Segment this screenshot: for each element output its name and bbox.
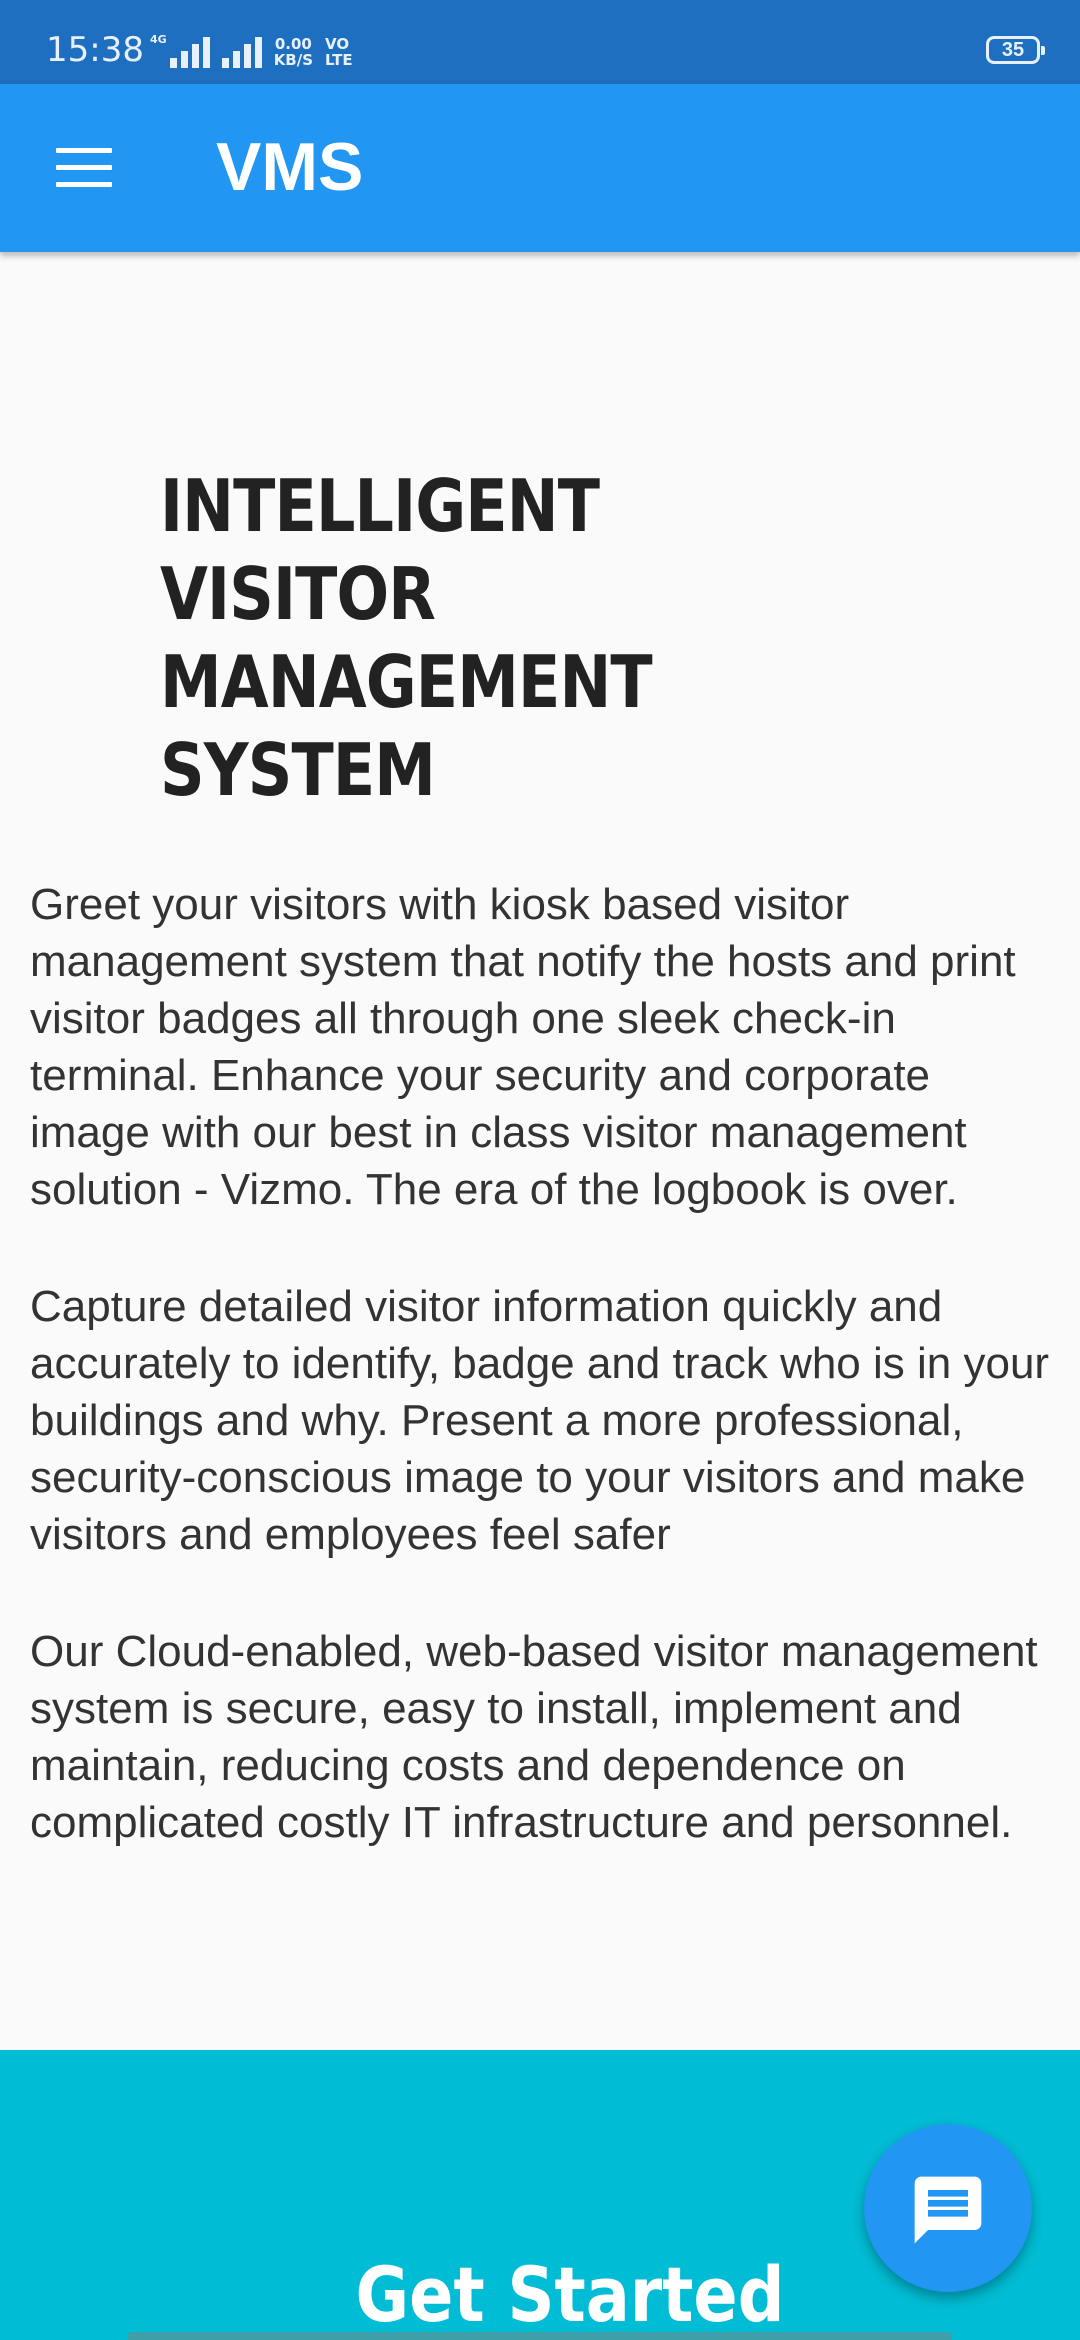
network-type: 4G xyxy=(150,33,167,46)
data-speed-unit: KB/S xyxy=(273,51,314,69)
hamburger-menu-icon[interactable] xyxy=(56,148,112,188)
data-speed: 0.00 KB/S xyxy=(274,36,313,68)
volte-indicator: VO LTE xyxy=(325,36,353,68)
status-bar: 15:38 4G 0.00 KB/S VO LTE 35 xyxy=(0,0,1080,84)
app-title: VMS xyxy=(216,129,364,205)
intro-paragraph-2: Capture detailed visitor information qui… xyxy=(30,1282,1050,1559)
status-time: 15:38 xyxy=(46,30,144,70)
volte-bottom: LTE xyxy=(325,51,353,69)
hero-heading: INTELLIGENT VISITOR MANAGEMENT SYSTEM xyxy=(160,464,653,812)
chat-message-icon xyxy=(914,2176,982,2244)
status-icons: 4G 0.00 KB/S VO LTE xyxy=(150,34,353,68)
volte-top: VO xyxy=(325,35,350,53)
app-bar: VMS xyxy=(0,84,1080,252)
data-speed-value: 0.00 xyxy=(274,35,312,53)
battery-icon: 35 xyxy=(986,36,1045,64)
get-started-strip xyxy=(128,2332,952,2340)
cell-signal-1: 4G xyxy=(150,34,210,68)
signal-bars-icon xyxy=(169,34,210,68)
intro-paragraph-3: Our Cloud-enabled, web-based visitor man… xyxy=(30,1627,1038,1847)
intro-content: Greet your visitors with kiosk based vis… xyxy=(30,876,1060,1911)
signal-bars-icon xyxy=(221,34,262,68)
intro-paragraph-1: Greet your visitors with kiosk based vis… xyxy=(30,880,1016,1214)
chat-fab-button[interactable] xyxy=(864,2124,1032,2292)
